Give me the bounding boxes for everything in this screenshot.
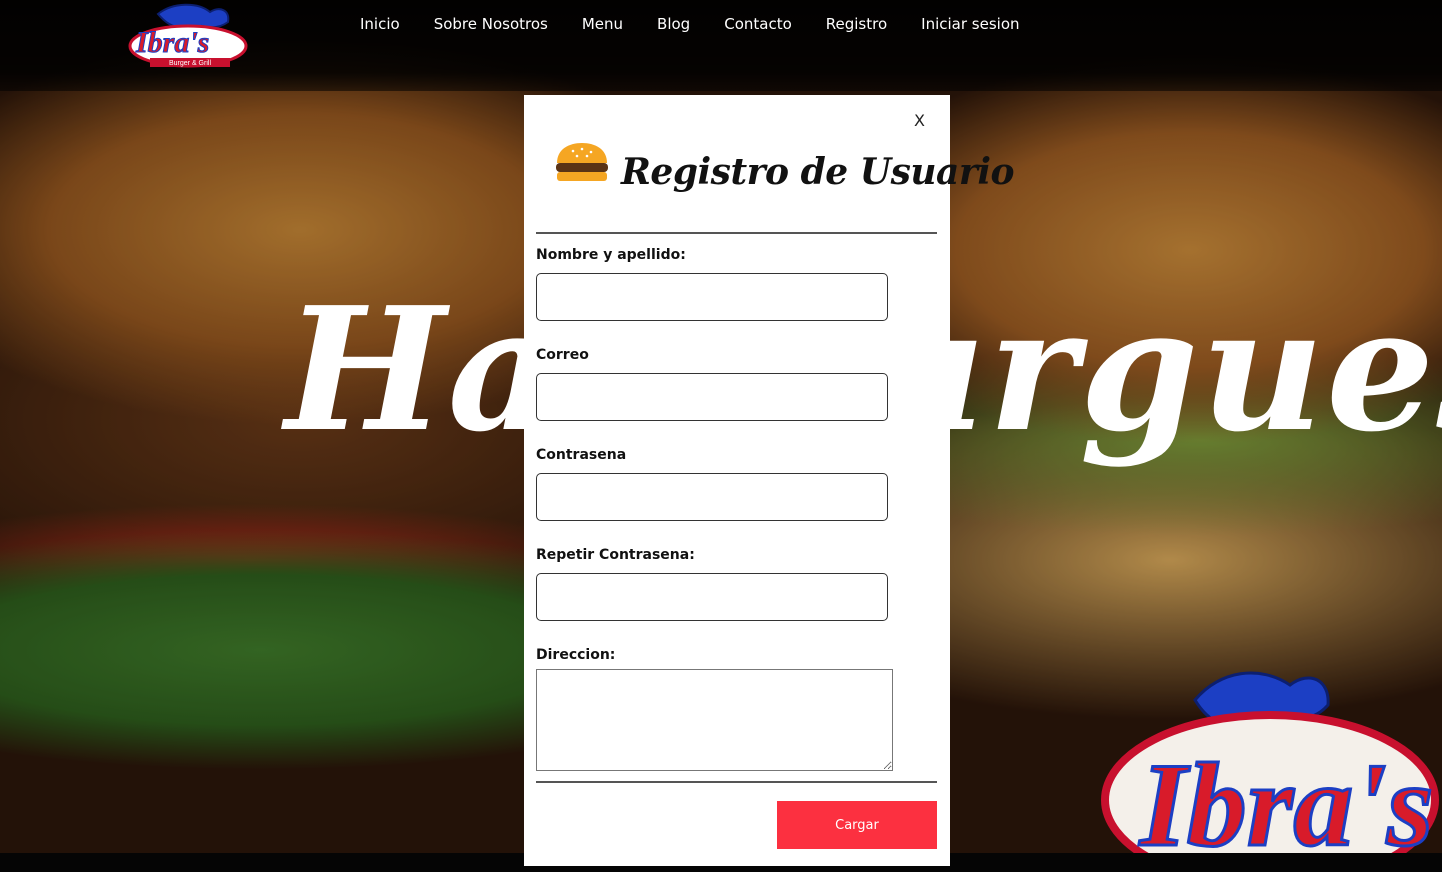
nav-item-blog[interactable]: Blog [657, 14, 690, 34]
svg-text:Ibra's: Ibra's [1138, 738, 1433, 853]
svg-text:Burger & Grill: Burger & Grill [169, 60, 211, 67]
modal-header: Registro de Usuario [555, 139, 1015, 219]
close-button[interactable]: X [914, 111, 925, 130]
address-field[interactable] [536, 669, 893, 771]
address-label: Direccion: [536, 647, 616, 663]
email-label: Correo [536, 347, 589, 363]
registration-modal: X Registro de Usuario Nombre y apellido:… [524, 95, 1015, 866]
modal-title: Registro de Usuario [621, 151, 1015, 193]
repeat-password-field[interactable] [536, 573, 888, 621]
footer-divider [536, 781, 937, 783]
repeat-password-label: Repetir Contrasena: [536, 547, 695, 563]
nav-item-inicio[interactable]: Inicio [360, 14, 400, 34]
password-label: Contrasena [536, 447, 627, 463]
brand-logo[interactable]: Ibra's Burger & Grill [128, 2, 250, 72]
submit-button[interactable]: Cargar [777, 801, 937, 849]
burger-icon [556, 143, 608, 181]
nav-item-iniciar-sesion[interactable]: Iniciar sesion [921, 14, 1019, 34]
nav-item-sobre-nosotros[interactable]: Sobre Nosotros [434, 14, 548, 34]
nav-item-contacto[interactable]: Contacto [724, 14, 792, 34]
email-field[interactable] [536, 373, 888, 421]
nav-item-menu[interactable]: Menu [582, 14, 623, 34]
top-navbar: Ibra's Burger & Grill Inicio Sobre Nosot… [0, 0, 1442, 91]
name-label: Nombre y apellido: [536, 247, 686, 263]
nav-item-registro[interactable]: Registro [826, 14, 887, 34]
svg-text:Ibra's: Ibra's [135, 26, 209, 59]
hero-brand-logo: Ibra's [1101, 671, 1439, 853]
password-field[interactable] [536, 473, 888, 521]
main-nav: Inicio Sobre Nosotros Menu Blog Contacto… [360, 14, 1054, 34]
header-divider [536, 232, 937, 234]
name-field[interactable] [536, 273, 888, 321]
